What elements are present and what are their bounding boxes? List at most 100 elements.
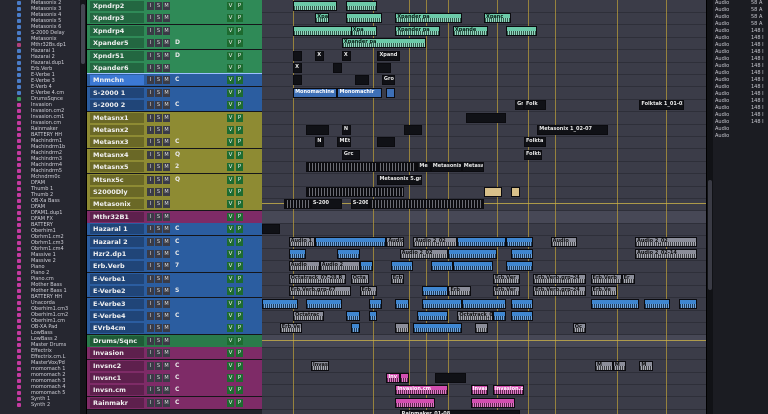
input-button[interactable]: I — [147, 398, 154, 407]
track-lane[interactable] — [262, 174, 706, 187]
solo-button[interactable]: S — [155, 39, 162, 48]
right-list-item[interactable]: Audio 148 I — [715, 28, 768, 35]
right-list-item[interactable]: Audio 148 I — [715, 77, 768, 84]
input-button[interactable]: I — [147, 262, 154, 271]
input-button[interactable]: I — [147, 349, 154, 358]
solo-button[interactable]: S — [155, 212, 162, 221]
volume-button[interactable]: V — [227, 2, 234, 10]
track-header[interactable]: Metasonix I S M V P — [87, 198, 262, 212]
region[interactable]: S-200 — [310, 199, 342, 210]
track-lane[interactable] — [262, 50, 706, 63]
region[interactable]: Audio — [288, 261, 320, 272]
pan-button[interactable]: P — [236, 336, 243, 345]
input-button[interactable]: I — [147, 324, 154, 333]
mute-button[interactable]: M — [163, 14, 170, 23]
track-header[interactable]: Xpander6 I S M V P — [87, 62, 262, 75]
region[interactable] — [421, 298, 462, 309]
region[interactable] — [404, 125, 422, 135]
input-button[interactable]: I — [147, 200, 154, 209]
pan-button[interactable]: P — [236, 374, 243, 382]
track-name[interactable]: E-Verbe3 — [90, 298, 144, 309]
track-name[interactable]: Drums/Sqnc — [90, 335, 144, 346]
track-header[interactable]: Xpndrp2 I S M V P — [87, 0, 262, 13]
input-button[interactable]: I — [147, 39, 154, 48]
volume-button[interactable]: V — [227, 374, 234, 382]
track-name[interactable]: Xpndrp3 — [90, 13, 144, 24]
mute-button[interactable]: M — [163, 39, 170, 48]
region[interactable]: Er — [621, 273, 635, 284]
volume-button[interactable]: V — [227, 349, 234, 358]
mute-button[interactable]: M — [163, 262, 170, 271]
region[interactable]: Xpa — [350, 25, 378, 36]
region[interactable]: MEt — [337, 137, 351, 148]
solo-button[interactable]: S — [155, 188, 162, 196]
volume-button[interactable]: V — [227, 39, 234, 48]
track-name[interactable]: Xpander6 — [90, 63, 144, 73]
region[interactable]: X — [315, 50, 325, 61]
mute-button[interactable]: M — [163, 212, 170, 221]
track-header[interactable]: Xpndrp4 I S M V P — [87, 24, 262, 38]
solo-button[interactable]: S — [155, 150, 162, 159]
track-header[interactable]: Hazaral 1ISMCVP — [87, 223, 262, 237]
track-header[interactable]: Metasnx1 I S M V P — [87, 111, 262, 125]
solo-button[interactable]: S — [155, 274, 162, 283]
track-lane[interactable] — [262, 210, 706, 224]
input-button[interactable]: I — [147, 113, 154, 122]
right-list-item[interactable]: Audio 148 I — [715, 112, 768, 119]
region[interactable]: N — [341, 125, 351, 135]
region[interactable] — [435, 373, 467, 383]
pan-button[interactable]: P — [236, 237, 243, 246]
region[interactable] — [359, 261, 373, 272]
right-list-item[interactable]: Audio 148 I — [715, 70, 768, 77]
input-button[interactable]: I — [147, 250, 154, 258]
solo-button[interactable]: S — [155, 26, 162, 35]
volume-button[interactable]: V — [227, 361, 234, 370]
solo-button[interactable]: S — [155, 113, 162, 122]
region[interactable]: Me — [417, 162, 431, 173]
right-list-scrollbar[interactable] — [707, 0, 713, 414]
track-name[interactable]: Xpndr51 — [90, 50, 144, 61]
solo-button[interactable]: S — [155, 200, 162, 209]
pan-button[interactable]: P — [236, 51, 243, 60]
input-button[interactable]: I — [147, 287, 154, 296]
track-header[interactable]: Invsnc1 I S M C V P — [87, 372, 262, 385]
region[interactable] — [306, 298, 342, 309]
track-header[interactable]: Rainmakr I S M C V P — [87, 396, 262, 410]
mute-button[interactable]: M — [163, 398, 170, 407]
pan-button[interactable]: P — [236, 126, 243, 134]
solo-button[interactable]: S — [155, 361, 162, 370]
pan-button[interactable]: P — [236, 39, 243, 48]
input-button[interactable]: I — [147, 188, 154, 196]
pan-button[interactable]: P — [236, 349, 243, 358]
pan-button[interactable]: P — [236, 262, 243, 271]
region[interactable]: Grc — [341, 149, 360, 160]
volume-button[interactable]: V — [227, 76, 234, 85]
track-name[interactable]: S2000Dly — [90, 187, 144, 197]
volume-button[interactable]: V — [227, 312, 234, 320]
track-name[interactable]: Metasnx5 — [90, 162, 144, 173]
track-name[interactable]: Metasonix — [90, 199, 144, 210]
region[interactable] — [510, 249, 533, 259]
region[interactable] — [306, 162, 378, 173]
track-header[interactable]: Metasnx3 I S M C V P — [87, 136, 262, 150]
region[interactable] — [510, 311, 533, 321]
pan-button[interactable]: P — [236, 200, 243, 209]
track-list-scrollbar[interactable] — [80, 0, 87, 414]
mute-button[interactable]: M — [163, 386, 170, 395]
track-name[interactable]: E-Verbe2 — [90, 286, 144, 297]
solo-button[interactable]: S — [155, 101, 162, 110]
region[interactable]: Octatrack_0 — [457, 311, 493, 321]
region[interactable]: Audio — [386, 236, 405, 247]
region[interactable] — [412, 323, 462, 334]
region[interactable]: Erb — [448, 286, 471, 297]
track-name[interactable]: Rainmakr — [90, 397, 144, 408]
track-name[interactable]: Metasnx3 — [90, 137, 144, 148]
right-list-item[interactable]: Audio 58 A — [715, 7, 768, 14]
right-list-item[interactable]: Audio 58 A — [715, 21, 768, 28]
volume-button[interactable]: V — [227, 14, 234, 23]
region[interactable] — [315, 236, 387, 247]
input-button[interactable]: I — [147, 126, 154, 134]
region[interactable]: Erb — [390, 273, 405, 284]
track-header[interactable]: Xpander5 I S M D V P — [87, 37, 262, 51]
solo-button[interactable]: S — [155, 14, 162, 23]
